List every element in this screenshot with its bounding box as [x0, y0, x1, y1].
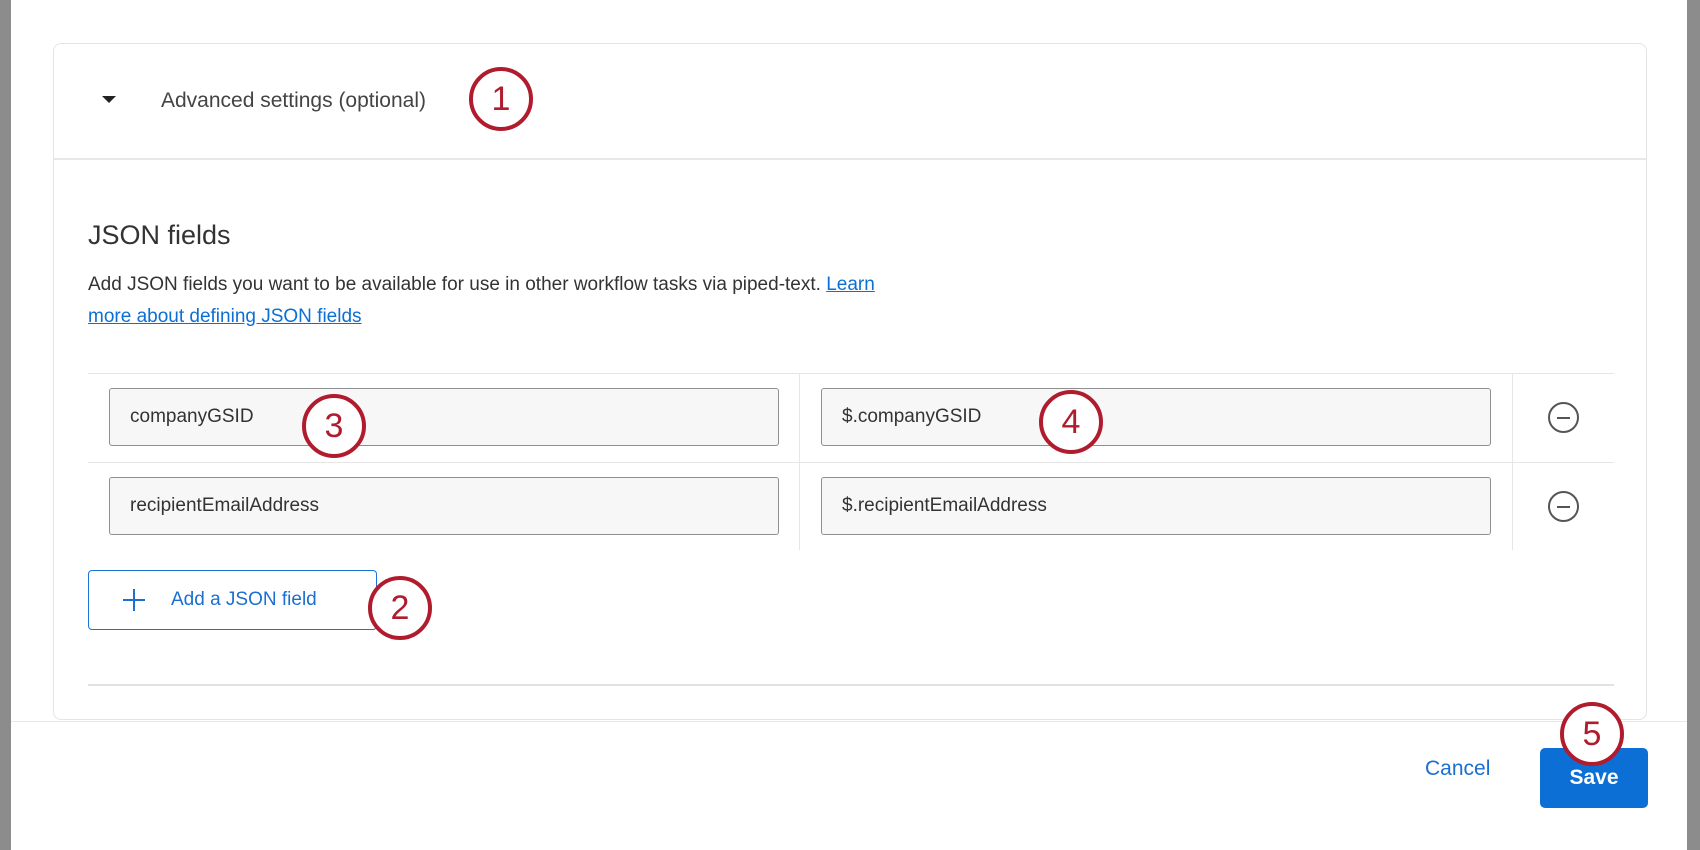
add-json-field-button[interactable]: Add a JSON field: [88, 570, 377, 630]
json-field-name-input[interactable]: [109, 388, 779, 446]
callout-2: 2: [368, 576, 432, 640]
cancel-button[interactable]: Cancel: [1425, 757, 1490, 781]
column-divider: [1512, 463, 1513, 550]
column-divider: [1512, 374, 1513, 462]
column-divider: [799, 463, 800, 550]
caret-down-icon[interactable]: [102, 96, 116, 103]
callout-4: 4: [1039, 390, 1103, 454]
advanced-settings-header[interactable]: Advanced settings (optional): [54, 44, 1646, 160]
section-title: Advanced settings (optional): [161, 89, 426, 112]
json-fields-description: Add JSON fields you want to be available…: [88, 269, 908, 333]
json-field-path-input[interactable]: [821, 477, 1491, 535]
callout-5: 5: [1560, 702, 1624, 766]
column-divider: [799, 374, 800, 462]
modal-footer: Cancel Save: [11, 721, 1687, 850]
advanced-settings-card: Advanced settings (optional) JSON fields…: [53, 43, 1647, 720]
plus-icon: [123, 589, 145, 611]
remove-row-icon[interactable]: [1548, 402, 1579, 433]
divider: [88, 684, 1614, 686]
callout-1: 1: [469, 67, 533, 131]
json-field-path-input[interactable]: [821, 388, 1491, 446]
table-row: [88, 462, 1614, 550]
description-text: Add JSON fields you want to be available…: [88, 274, 821, 295]
json-fields-heading: JSON fields: [88, 220, 231, 250]
remove-row-icon[interactable]: [1548, 491, 1579, 522]
json-field-name-input[interactable]: [109, 477, 779, 535]
add-json-field-label: Add a JSON field: [171, 589, 317, 610]
modal: Advanced settings (optional) JSON fields…: [11, 0, 1687, 850]
callout-3: 3: [302, 394, 366, 458]
